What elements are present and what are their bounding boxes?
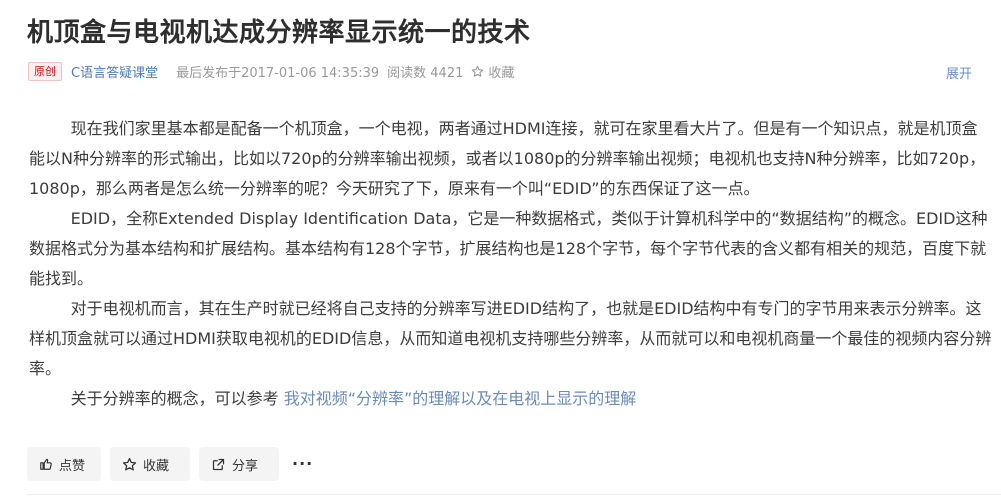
publish-date: 最后发布于2017-01-06 14:35:39	[176, 65, 380, 81]
paragraph-1: 现在我们家里基本都是配备一个机顶盒，一个电视，两者通过HDMI连接，就可在家里看…	[29, 119, 986, 198]
related-article-link[interactable]: 我对视频“分辨率”的理解以及在电视上显示的理解	[284, 389, 637, 408]
favorite-button-label: 收藏	[143, 458, 170, 474]
author-link[interactable]: C语言答疑课堂	[71, 62, 158, 81]
paragraph-3: 对于电视机而言，其在生产时就已经将自己支持的分辨率写进EDID结构了，也就是ED…	[29, 299, 992, 378]
article-title: 机顶盒与电视机达成分辨率显示统一的技术	[27, 18, 531, 48]
like-button[interactable]: 点赞	[27, 447, 101, 481]
favorite-link[interactable]: 收藏	[471, 62, 514, 81]
paragraph-4-text: 关于分辨率的概念，可以参考	[70, 389, 284, 408]
divider	[27, 494, 1001, 495]
article-meta: 原创 C语言答疑课堂 最后发布于2017-01-06 14:35:39 阅读数 …	[28, 60, 987, 82]
favorite-label: 收藏	[488, 65, 515, 81]
share-button[interactable]: 分享	[199, 447, 279, 481]
more-button[interactable]: ···	[288, 447, 317, 481]
thumbs-up-icon	[40, 458, 52, 470]
star-icon	[472, 65, 484, 77]
share-label: 分享	[232, 458, 259, 474]
like-label: 点赞	[59, 458, 86, 474]
share-icon	[212, 458, 225, 470]
article-toolbar: 点赞 收藏 分享 ···	[27, 447, 317, 481]
article-content: 现在我们家里基本都是配备一个机顶盒，一个电视，两者通过HDMI连接，就可在家里看…	[29, 114, 993, 414]
paragraph-2: EDID，全称Extended Display Identification D…	[29, 209, 988, 288]
star-icon	[122, 457, 137, 470]
favorite-button[interactable]: 收藏	[110, 447, 190, 481]
expand-link[interactable]: 展开	[946, 63, 972, 82]
paragraph-4: 关于分辨率的概念，可以参考 我对视频“分辨率”的理解以及在电视上显示的理解	[29, 384, 993, 414]
read-count: 阅读数 4421	[387, 65, 464, 81]
original-badge: 原创	[28, 61, 62, 81]
